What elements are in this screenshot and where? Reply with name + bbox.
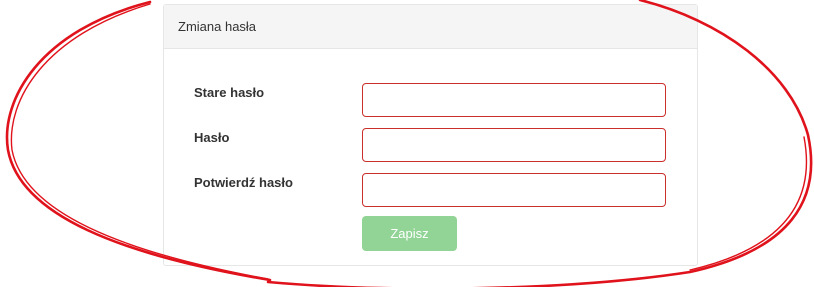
old-password-label: Stare hasło (194, 85, 265, 100)
panel-title: Zmiana hasła (178, 19, 257, 34)
panel-heading: Zmiana hasła (164, 5, 697, 49)
old-password-row: Stare hasło (164, 83, 697, 117)
change-password-panel: Zmiana hasła Stare hasło Hasło Potwierdź… (163, 4, 698, 266)
confirm-password-row: Potwierdź hasło (164, 173, 697, 207)
confirm-password-input[interactable] (362, 173, 666, 207)
old-password-input[interactable] (362, 83, 666, 117)
new-password-input[interactable] (362, 128, 666, 162)
save-button[interactable]: Zapisz (362, 216, 457, 251)
change-password-form: Stare hasło Hasło Potwierdź hasło Zapisz (164, 49, 697, 265)
confirm-password-label: Potwierdź hasło (194, 175, 293, 190)
new-password-row: Hasło (164, 128, 697, 162)
new-password-label: Hasło (194, 130, 230, 145)
